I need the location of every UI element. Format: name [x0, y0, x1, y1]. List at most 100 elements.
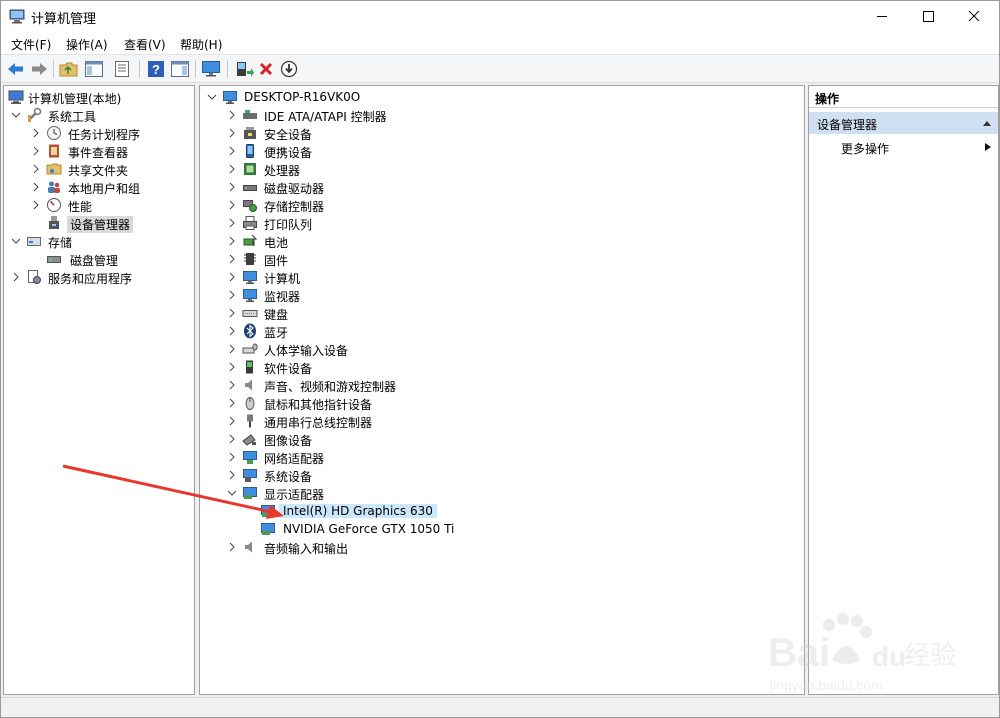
maximize-icon[interactable] [905, 1, 951, 32]
chevron-right-icon[interactable] [30, 160, 42, 178]
chevron-right-icon[interactable] [226, 106, 238, 124]
chevron-right-icon[interactable] [226, 196, 238, 214]
more-actions-item[interactable]: 更多操作 [809, 136, 998, 158]
menu-bar: 文件(F) 操作(A) 查看(V) 帮助(H) [1, 32, 999, 54]
chevron-right-icon[interactable] [226, 250, 238, 268]
printer-icon [243, 216, 257, 230]
device-category-label: 电池 [264, 236, 289, 250]
chevron-right-icon[interactable] [226, 232, 238, 250]
chevron-right-icon[interactable] [226, 466, 238, 484]
chevron-right-icon[interactable] [226, 358, 238, 376]
device-manager-icon [49, 216, 59, 229]
menu-action[interactable]: 操作(A) [66, 36, 108, 53]
more-actions-label: 更多操作 [841, 142, 890, 156]
chevron-down-icon[interactable] [10, 106, 22, 124]
chevron-down-icon[interactable] [206, 88, 218, 106]
chevron-down-icon[interactable] [226, 484, 238, 502]
device-category-label: 网络适配器 [264, 452, 325, 466]
chevron-right-icon[interactable] [226, 304, 238, 322]
device-category-label: 计算机 [264, 272, 301, 286]
device-category-label: 安全设备 [264, 128, 313, 142]
minimize-icon[interactable] [859, 1, 905, 32]
chevron-right-icon[interactable] [226, 178, 238, 196]
chevron-right-icon[interactable] [226, 268, 238, 286]
chevron-right-icon[interactable] [226, 394, 238, 412]
chevron-right-icon[interactable] [226, 286, 238, 304]
storage-icon [27, 237, 41, 246]
actions-section-device-manager[interactable]: 设备管理器 [809, 112, 998, 134]
chevron-right-icon[interactable] [226, 448, 238, 466]
tree-root-label: 计算机管理(本地) [28, 92, 122, 106]
device-category-label: 人体学输入设备 [264, 344, 349, 358]
actions-header: 操作 [809, 86, 998, 108]
battery-icon [243, 234, 258, 246]
menu-view[interactable]: 查看(V) [124, 36, 166, 53]
chevron-down-icon[interactable] [10, 232, 22, 250]
firmware-icon [244, 253, 256, 265]
tools-icon [28, 107, 42, 122]
device-category-label: 声音、视频和游戏控制器 [264, 380, 397, 394]
show-hide-tree-icon[interactable] [83, 58, 105, 80]
chevron-right-icon[interactable] [226, 214, 238, 232]
menu-help[interactable]: 帮助(H) [180, 36, 222, 53]
chevron-right-icon[interactable] [226, 142, 238, 160]
chevron-right-icon[interactable] [226, 430, 238, 448]
device-category-label: 系统设备 [264, 470, 313, 484]
chevron-right-icon[interactable] [226, 160, 238, 178]
display-adapter-icon [261, 505, 275, 517]
chevron-right-icon[interactable] [226, 124, 238, 142]
computer-icon [243, 271, 257, 284]
portable-device-icon [246, 144, 254, 158]
chevron-right-icon[interactable] [10, 268, 22, 286]
help-icon[interactable]: ? [145, 58, 167, 80]
computer-management-window: 计算机管理 文件(F) 操作(A) 查看(V) 帮助(H) ? 计算机管理(本地… [0, 0, 1000, 718]
display-adapter-icon [243, 487, 257, 499]
sound-icon [245, 379, 252, 391]
show-action-pane-icon[interactable] [169, 58, 191, 80]
device-category-label: 处理器 [264, 164, 301, 178]
services-icon [28, 270, 41, 284]
chevron-right-icon[interactable] [226, 376, 238, 394]
usb-icon [247, 414, 253, 428]
tree-item-label: 磁盘管理 [70, 254, 119, 268]
system-device-icon [243, 469, 257, 482]
network-adapter-icon [243, 451, 257, 464]
monitor-icon [243, 289, 257, 302]
device-category-label: 监视器 [264, 290, 301, 304]
collapse-up-icon[interactable] [982, 119, 992, 127]
forward-icon[interactable] [28, 58, 50, 80]
keyboard-icon [242, 310, 258, 317]
security-device-icon [244, 127, 256, 139]
update-driver-icon[interactable] [233, 58, 255, 80]
actions-section-label: 设备管理器 [817, 118, 878, 132]
chevron-right-icon[interactable] [30, 124, 42, 142]
shared-folder-icon [46, 163, 62, 175]
device-category-label: 图像设备 [264, 434, 313, 448]
up-folder-icon[interactable] [58, 58, 80, 80]
svg-text:?: ? [152, 62, 160, 77]
menu-file[interactable]: 文件(F) [11, 36, 51, 53]
chevron-right-icon[interactable] [226, 340, 238, 358]
uninstall-icon[interactable] [255, 58, 277, 80]
chevron-right-icon[interactable] [30, 142, 42, 160]
chevron-right-icon[interactable] [226, 412, 238, 430]
mouse-icon [245, 397, 255, 410]
device-category-label: 通用串行总线控制器 [264, 416, 373, 430]
storage-controller-icon [243, 200, 257, 212]
computer-name: DESKTOP-R16VK0O [244, 90, 361, 104]
back-icon[interactable] [5, 58, 27, 80]
computer-management-icon [9, 9, 25, 24]
chevron-right-icon[interactable] [30, 196, 42, 214]
device-tree-pane: DESKTOP-R16VK0O IDE ATA/ATAPI 控制器 安全设备 便… [199, 85, 805, 695]
chevron-right-icon[interactable] [30, 178, 42, 196]
device-category-label: 音频输入和输出 [264, 542, 349, 556]
display-adapter-icon [261, 523, 275, 535]
chevron-right-icon[interactable] [226, 538, 238, 556]
window-title: 计算机管理 [31, 12, 97, 27]
monitor-icon[interactable] [200, 58, 222, 80]
close-icon[interactable] [951, 1, 997, 32]
chevron-right-icon[interactable] [226, 322, 238, 340]
properties-icon[interactable] [111, 58, 133, 80]
title-bar[interactable]: 计算机管理 [1, 1, 999, 32]
disable-icon[interactable] [278, 58, 300, 80]
